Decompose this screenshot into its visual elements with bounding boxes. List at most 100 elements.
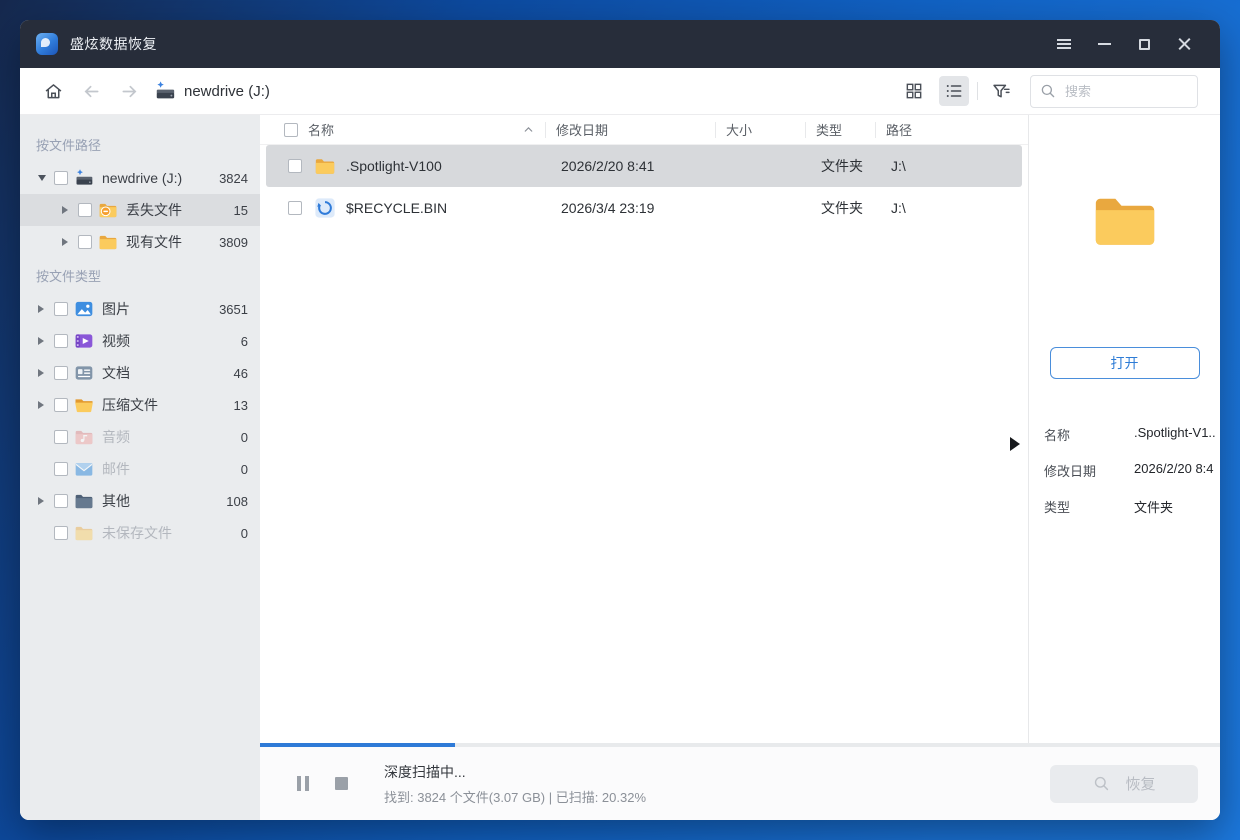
- column-modified[interactable]: 修改日期: [545, 121, 715, 138]
- file-type: 文件夹: [821, 200, 863, 216]
- sidebar-item-newdrive[interactable]: newdrive (J:) 3824: [20, 162, 260, 194]
- checkbox[interactable]: [54, 171, 68, 185]
- arrow-right-icon: [119, 81, 140, 102]
- column-label: 名称: [308, 123, 335, 138]
- checkbox[interactable]: [54, 302, 68, 316]
- sidebar-item-mail[interactable]: 邮件 0: [20, 453, 260, 485]
- checkbox[interactable]: [54, 398, 68, 412]
- column-path[interactable]: 路径: [875, 121, 1028, 138]
- item-count: 15: [233, 202, 248, 218]
- row-checkbox[interactable]: [288, 201, 302, 215]
- close-button[interactable]: [1164, 29, 1204, 59]
- search-input[interactable]: [1065, 83, 1175, 99]
- open-button[interactable]: 打开: [1049, 347, 1200, 379]
- sidebar-item-label: 音频: [102, 429, 130, 445]
- item-count: 3809: [219, 234, 248, 250]
- detail-row-type: 类型 文件夹: [1044, 497, 1220, 516]
- checkbox[interactable]: [54, 494, 68, 508]
- menu-button[interactable]: [1044, 29, 1084, 59]
- sidebar-item-videos[interactable]: 视频 6: [20, 325, 260, 357]
- hamburger-icon: [1057, 39, 1071, 49]
- list-view-icon: [944, 81, 964, 101]
- sidebar-item-unsaved[interactable]: 未保存文件 0: [20, 517, 260, 549]
- checkbox[interactable]: [54, 334, 68, 348]
- column-type[interactable]: 类型: [805, 121, 875, 138]
- caret-right-icon[interactable]: [38, 305, 50, 313]
- checkbox[interactable]: [54, 366, 68, 380]
- preview-folder-icon: [1083, 185, 1167, 255]
- sidebar-item-label: 其他: [102, 493, 130, 509]
- caret-right-icon[interactable]: [38, 497, 50, 505]
- item-count: 0: [240, 525, 248, 541]
- detail-label: 类型: [1044, 500, 1071, 515]
- minimize-button[interactable]: [1084, 29, 1124, 59]
- column-label: 大小: [726, 123, 753, 138]
- checkbox[interactable]: [54, 526, 68, 540]
- caret-right-icon[interactable]: [38, 401, 50, 409]
- table-row[interactable]: $RECYCLE.BIN 2026/3/4 23:19 文件夹 J:\: [266, 187, 1022, 229]
- caret-right-icon[interactable]: [62, 238, 74, 246]
- video-icon: [74, 331, 94, 351]
- list-header: 名称 修改日期 大小 类型 路径: [260, 115, 1028, 145]
- sidebar-item-label: 压缩文件: [102, 397, 158, 413]
- list-empty-area: [260, 229, 1028, 743]
- sidebar-item-lost-files[interactable]: 丢失文件 15: [20, 194, 260, 226]
- audio-folder-icon: [74, 427, 94, 447]
- sidebar-item-archives[interactable]: 压缩文件 13: [20, 389, 260, 421]
- column-name[interactable]: 名称: [260, 122, 545, 138]
- scan-status: 深度扫描中... 找到: 3824 个文件(3.07 GB) | 已扫描: 20…: [384, 762, 646, 806]
- checkbox[interactable]: [54, 430, 68, 444]
- home-button[interactable]: [38, 76, 68, 106]
- maximize-button[interactable]: [1124, 29, 1164, 59]
- sidebar-item-other[interactable]: 其他 108: [20, 485, 260, 517]
- sidebar-item-label: 邮件: [102, 461, 130, 477]
- recover-button[interactable]: 恢复: [1050, 764, 1198, 803]
- column-size[interactable]: 大小: [715, 121, 805, 138]
- back-button[interactable]: [76, 76, 106, 106]
- row-checkbox[interactable]: [288, 159, 302, 173]
- table-row[interactable]: .Spotlight-V100 2026/2/20 8:41 文件夹 J:\: [266, 145, 1022, 187]
- panel-collapse-toggle[interactable]: [1010, 437, 1020, 451]
- item-count: 13: [233, 397, 248, 413]
- checkbox[interactable]: [78, 203, 92, 217]
- sort-asc-icon: [522, 123, 535, 136]
- caret-right-icon[interactable]: [38, 369, 50, 377]
- item-count: 3651: [219, 301, 248, 317]
- drive-icon: [74, 168, 94, 188]
- checkbox[interactable]: [54, 462, 68, 476]
- sidebar-item-label: newdrive (J:): [102, 170, 183, 186]
- stop-icon: [334, 777, 348, 790]
- faded-folder-icon: [74, 523, 94, 543]
- preview-search-icon: [1092, 774, 1111, 793]
- sidebar-item-audio[interactable]: 音频 0: [20, 421, 260, 453]
- item-count: 108: [226, 493, 248, 509]
- breadcrumb[interactable]: newdrive (J:): [184, 83, 270, 100]
- caret-down-icon[interactable]: [38, 175, 50, 181]
- caret-right-icon[interactable]: [62, 206, 74, 214]
- sidebar-item-pictures[interactable]: 图片 3651: [20, 293, 260, 325]
- sidebar-item-label: 文档: [102, 365, 130, 381]
- sidebar-item-documents[interactable]: 文档 46: [20, 357, 260, 389]
- search-box[interactable]: [1030, 74, 1198, 108]
- lost-folder-icon: [98, 200, 118, 220]
- stop-button[interactable]: [328, 771, 354, 797]
- sidebar-item-existing-files[interactable]: 现有文件 3809: [20, 226, 260, 258]
- folder-icon: [98, 232, 118, 252]
- select-all-checkbox[interactable]: [284, 122, 298, 137]
- filter-button[interactable]: [986, 76, 1016, 106]
- grid-view-button[interactable]: [899, 76, 929, 106]
- file-name: $RECYCLE.BIN: [346, 200, 448, 216]
- filter-funnel-icon: [991, 81, 1012, 102]
- sidebar-item-label: 现有文件: [126, 234, 182, 250]
- list-view-button[interactable]: [939, 76, 969, 106]
- checkbox[interactable]: [78, 235, 92, 249]
- detail-list: 名称 .Spotlight-V1.. 修改日期 2026/2/20 8:4 类型…: [1029, 425, 1220, 533]
- pause-button[interactable]: [290, 771, 316, 797]
- detail-row-name: 名称 .Spotlight-V1..: [1044, 425, 1220, 444]
- grid-view-icon: [904, 81, 924, 101]
- item-count: 6: [240, 333, 248, 349]
- caret-right-icon[interactable]: [38, 337, 50, 345]
- desktop-background: 盛炫数据恢复 newdrive (J:) 搜索 按文件路径 newdrive (…: [0, 0, 1240, 840]
- forward-button[interactable]: [114, 76, 144, 106]
- recover-label: 恢复: [1125, 776, 1156, 793]
